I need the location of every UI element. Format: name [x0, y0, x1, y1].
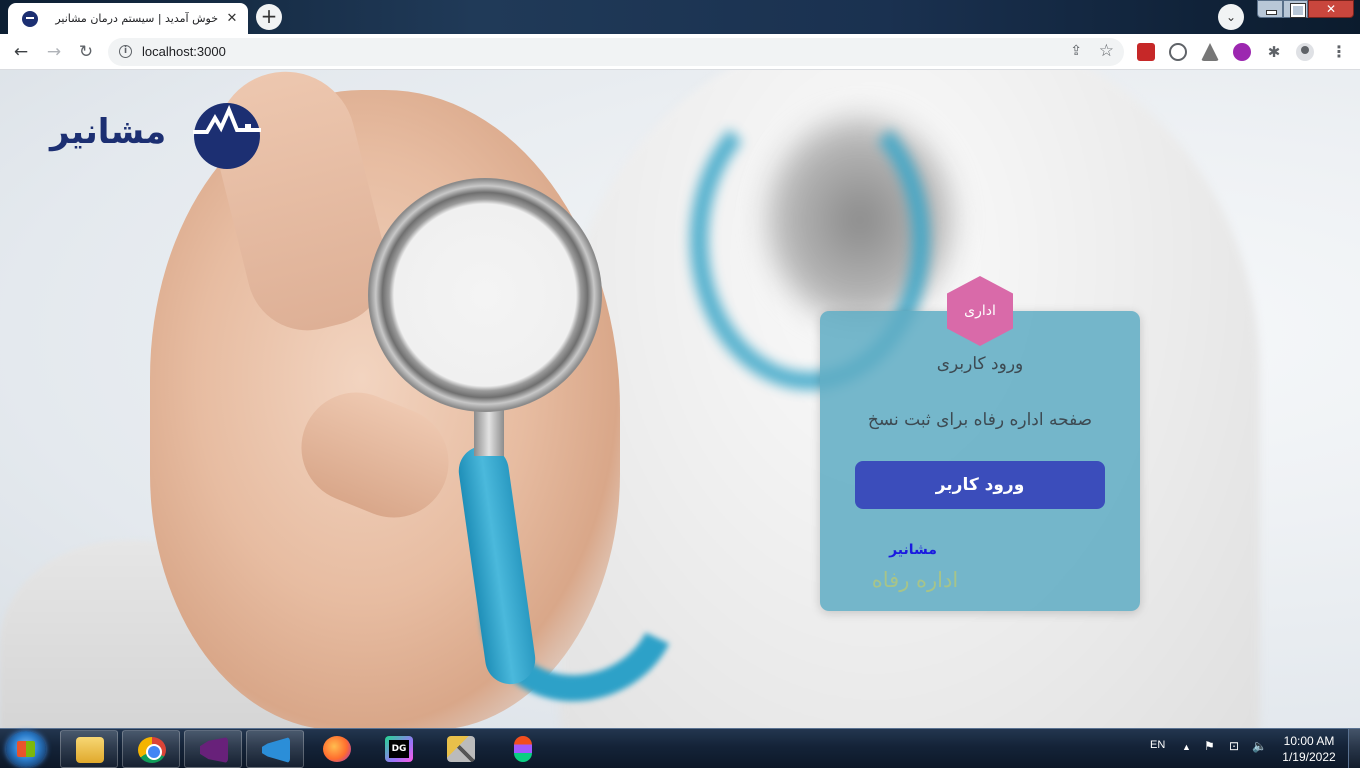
- page-viewport: مشانیر اداری ورود کاربری صفحه اداره رفاه…: [0, 70, 1360, 728]
- vscode-icon: [262, 737, 290, 763]
- site-logo[interactable]: مشانیر: [50, 100, 262, 170]
- tab-search-button[interactable]: ⌄: [1218, 4, 1244, 30]
- window-maximize-button[interactable]: [1283, 0, 1308, 18]
- reload-button[interactable]: ↻: [76, 42, 96, 62]
- taskbar-datagrip[interactable]: [370, 730, 428, 768]
- figma-icon: [514, 736, 532, 762]
- tools-icon: [447, 736, 475, 762]
- window-minimize-button[interactable]: [1257, 0, 1283, 18]
- tray-overflow-icon[interactable]: ▲: [1182, 742, 1191, 752]
- action-center-flag-icon[interactable]: ⚑: [1204, 739, 1215, 753]
- card-subtitle: اداره رفاه: [871, 568, 959, 592]
- login-description: صفحه اداره رفاه برای ثبت نسخ: [867, 410, 1093, 430]
- firefox-icon: [323, 736, 351, 762]
- address-bar[interactable]: i localhost:3000 ⇪ ☆: [108, 38, 1124, 66]
- share-icon[interactable]: ⇪: [1070, 43, 1082, 59]
- url-text[interactable]: localhost:3000: [142, 44, 226, 59]
- taskbar-vscode[interactable]: [246, 730, 304, 768]
- taskbar-firefox[interactable]: [308, 730, 366, 768]
- language-indicator[interactable]: EN: [1150, 739, 1165, 751]
- new-tab-button[interactable]: +: [256, 4, 282, 30]
- logo-text: مشانیر: [50, 112, 167, 152]
- login-button[interactable]: ورود کاربر: [855, 461, 1105, 509]
- show-desktop-button[interactable]: [1348, 729, 1360, 768]
- browser-tab-strip: خوش آمدید | سیستم درمان مشانیر ✕ + ⌄ ✕: [0, 0, 1360, 34]
- visual-studio-icon: [200, 737, 228, 763]
- tab-title: خوش آمدید | سیستم درمان مشانیر: [55, 12, 218, 25]
- profile-avatar-icon[interactable]: [1296, 43, 1314, 61]
- forward-button[interactable]: →: [44, 42, 64, 62]
- tab-close-icon[interactable]: ✕: [224, 11, 240, 26]
- login-heading: ورود کاربری: [936, 354, 1024, 374]
- taskbar-file-explorer[interactable]: [60, 730, 118, 768]
- extension-purple-icon[interactable]: [1233, 43, 1251, 61]
- browser-tab[interactable]: خوش آمدید | سیستم درمان مشانیر ✕: [8, 3, 248, 34]
- taskbar-tools[interactable]: [432, 730, 490, 768]
- extension-red-icon[interactable]: [1137, 43, 1155, 61]
- taskbar-figma[interactable]: [494, 730, 552, 768]
- start-button[interactable]: [6, 731, 46, 767]
- card-brand-link[interactable]: مشانیر: [860, 542, 966, 558]
- system-clock[interactable]: 10:00 AM 1/19/2022: [1278, 733, 1340, 765]
- network-icon[interactable]: ⊡: [1229, 739, 1239, 753]
- volume-icon[interactable]: 🔈: [1252, 739, 1267, 753]
- stethoscope-chestpiece: [368, 178, 602, 412]
- logo-mark-icon: [193, 103, 261, 169]
- extensions-puzzle-icon[interactable]: ✱: [1265, 43, 1283, 61]
- datagrip-icon: [385, 736, 413, 762]
- browser-toolbar: ← → ↻ i localhost:3000 ⇪ ☆ ✱ ⋮: [0, 34, 1360, 70]
- clock-date: 1/19/2022: [1282, 750, 1336, 764]
- back-button[interactable]: ←: [11, 42, 31, 62]
- file-explorer-icon: [76, 737, 104, 763]
- taskbar-chrome[interactable]: [122, 730, 180, 768]
- clock-time: 10:00 AM: [1283, 734, 1335, 748]
- site-favicon-icon: [22, 10, 38, 27]
- background-stem: [474, 406, 504, 456]
- browser-menu-icon[interactable]: ⋮: [1330, 43, 1348, 61]
- windows-taskbar: EN ▲ ⚑ ⊡ 🔈 10:00 AM 1/19/2022: [0, 728, 1360, 768]
- window-close-button[interactable]: ✕: [1308, 0, 1354, 18]
- extension-pen-icon[interactable]: [1201, 43, 1219, 61]
- bookmark-star-icon[interactable]: ☆: [1099, 41, 1114, 61]
- chrome-icon: [138, 737, 166, 763]
- taskbar-visual-studio[interactable]: [184, 730, 242, 768]
- site-info-icon[interactable]: i: [119, 45, 132, 58]
- extension-circle-icon[interactable]: [1169, 43, 1187, 61]
